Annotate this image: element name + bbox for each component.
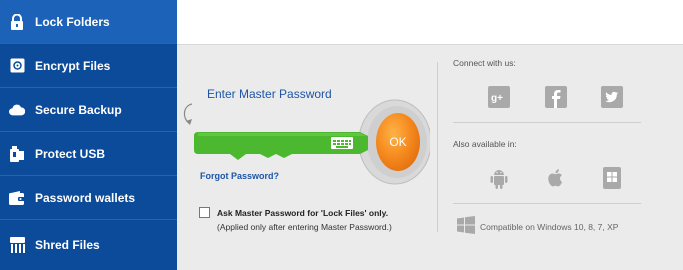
- sidebar-item-secure-backup[interactable]: Secure Backup: [0, 88, 177, 132]
- facebook-icon[interactable]: [545, 86, 567, 108]
- keyboard-icon[interactable]: [331, 137, 353, 149]
- sidebar-item-label: Encrypt Files: [35, 58, 111, 73]
- sidebar-item-lock-folders[interactable]: Lock Folders: [0, 0, 177, 44]
- ask-password-note: (Applied only after entering Master Pass…: [217, 222, 392, 232]
- connect-label: Connect with us:: [453, 58, 516, 68]
- sidebar-item-encrypt-files[interactable]: Encrypt Files: [0, 44, 177, 88]
- sidebar-item-label: Password wallets: [35, 190, 136, 205]
- top-bar: [177, 0, 683, 45]
- sidebar-item-label: Protect USB: [35, 146, 106, 161]
- sidebar-item-shred-files[interactable]: Shred Files: [0, 220, 177, 270]
- ok-button-label: OK: [389, 135, 407, 149]
- ask-password-checkbox[interactable]: [199, 207, 210, 218]
- shredder-icon: [9, 237, 25, 253]
- available-label: Also available in:: [453, 139, 517, 149]
- compatibility-text: Compatible on Windows 10, 8, 7, XP: [480, 222, 619, 232]
- ok-button[interactable]: OK: [376, 113, 420, 171]
- svg-text:g+: g+: [491, 93, 503, 104]
- wallet-icon: [9, 190, 25, 206]
- sidebar: Lock Folders Encrypt Files Secure Backup…: [0, 0, 177, 270]
- separator: [453, 203, 641, 204]
- apple-icon[interactable]: [545, 167, 567, 189]
- separator: [453, 122, 641, 123]
- sidebar-item-protect-usb[interactable]: Protect USB: [0, 132, 177, 176]
- windows-icon: [457, 216, 475, 234]
- sidebar-item-label: Lock Folders: [35, 14, 110, 29]
- sidebar-item-label: Shred Files: [35, 238, 100, 252]
- windows-phone-icon[interactable]: [601, 167, 623, 189]
- android-icon[interactable]: [488, 167, 510, 189]
- refresh-arrow-icon: [183, 103, 193, 125]
- safe-icon: [9, 58, 25, 74]
- usb-icon: [9, 145, 25, 162]
- forgot-password-link[interactable]: Forgot Password?: [200, 171, 279, 181]
- sidebar-item-password-wallets[interactable]: Password wallets: [0, 176, 177, 220]
- twitter-icon[interactable]: [601, 86, 623, 108]
- ask-password-label: Ask Master Password for 'Lock Files' onl…: [217, 208, 389, 218]
- google-plus-icon[interactable]: g+: [488, 86, 510, 108]
- lock-icon: [9, 13, 25, 30]
- cloud-icon: [9, 102, 25, 118]
- sidebar-item-label: Secure Backup: [35, 102, 122, 117]
- vertical-divider: [437, 62, 438, 232]
